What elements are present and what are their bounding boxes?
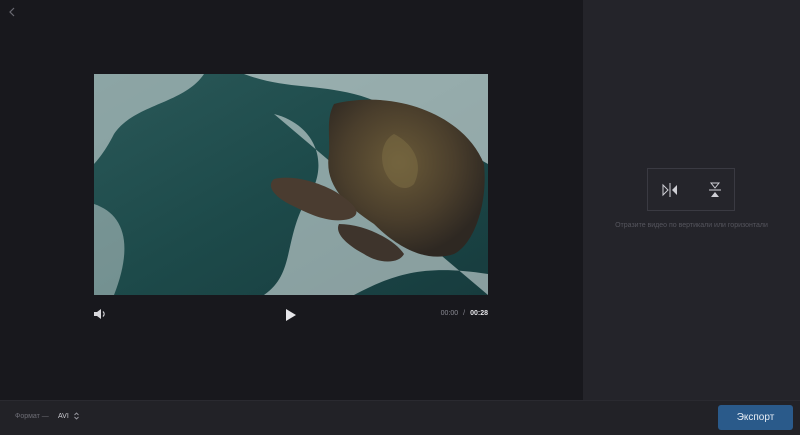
chevron-left-icon <box>9 7 15 17</box>
duration-time: 00:28 <box>470 310 488 317</box>
flip-horizontal-icon <box>662 183 677 197</box>
time-display: 00:00 / 00:28 <box>441 310 488 317</box>
settings-panel: Отразите видео по вертикали или горизонт… <box>583 0 800 400</box>
volume-button[interactable] <box>93 307 107 321</box>
flip-description: Отразите видео по вертикали или горизонт… <box>615 222 768 229</box>
video-preview[interactable] <box>94 74 488 295</box>
flip-horizontal-button[interactable] <box>662 183 678 197</box>
flip-controls <box>647 168 735 211</box>
current-time: 00:00 <box>440 310 459 317</box>
speaker-icon <box>94 309 105 319</box>
video-frame-image <box>94 74 488 295</box>
updown-chevron-icon <box>73 412 79 420</box>
time-separator: / <box>463 310 466 317</box>
play-button[interactable] <box>284 308 298 322</box>
back-button[interactable] <box>4 4 20 20</box>
flip-vertical-button[interactable] <box>709 182 721 198</box>
format-select[interactable]: AVI <box>58 412 79 420</box>
export-button[interactable]: Экспорт <box>718 405 793 430</box>
play-icon <box>286 309 296 321</box>
format-label: Формат — <box>15 413 49 420</box>
format-value: AVI <box>58 412 69 420</box>
player-controls: 00:00 / 00:28 <box>94 305 488 325</box>
editor-main-area: 00:00 / 00:28 <box>0 0 583 400</box>
footer-bar <box>0 400 800 435</box>
flip-vertical-icon <box>709 182 721 197</box>
